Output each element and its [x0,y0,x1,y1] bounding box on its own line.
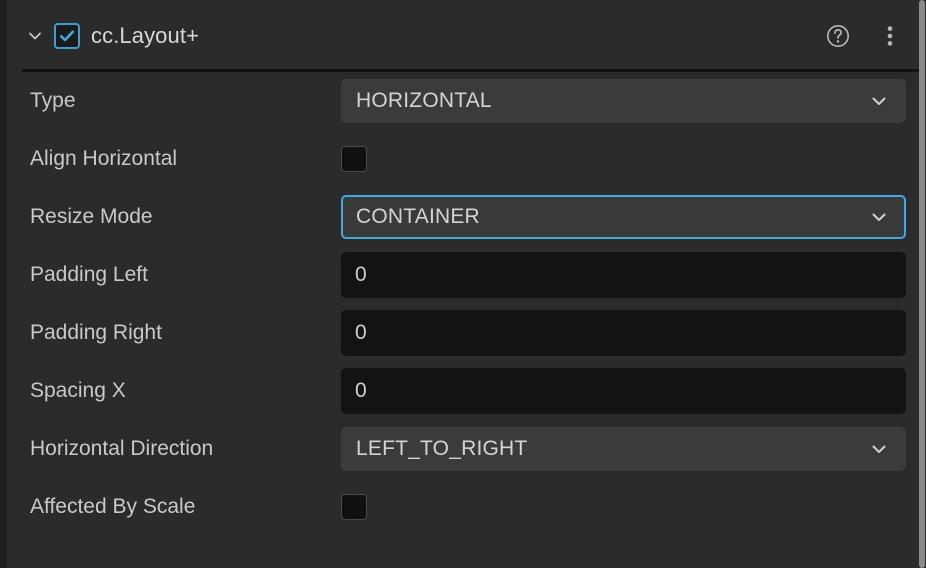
help-circle-icon[interactable] [823,21,853,51]
property-label: Padding Right [30,321,162,344]
header-actions [823,21,905,51]
property-row-resize-mode: Resize Mode CONTAINER [7,188,919,246]
property-row-padding-right: Padding Right 0 [7,304,919,362]
padding-left-input[interactable]: 0 [341,252,906,298]
type-dropdown[interactable]: HORIZONTAL [341,79,906,123]
horizontal-direction-dropdown[interactable]: LEFT_TO_RIGHT [341,427,906,471]
more-vertical-icon[interactable] [875,21,905,51]
property-control: 0 [341,252,919,298]
property-row-horizontal-direction: Horizontal Direction LEFT_TO_RIGHT [7,420,919,478]
property-row-type: Type HORIZONTAL [7,72,919,130]
padding-right-input[interactable]: 0 [341,310,906,356]
property-label: Spacing X [30,379,126,402]
property-label: Type [30,89,76,112]
chevron-down-icon [868,438,890,460]
horizontal-direction-dropdown-value: LEFT_TO_RIGHT [356,437,528,460]
property-label: Padding Left [30,263,148,286]
resize-mode-dropdown-value: CONTAINER [356,205,480,228]
property-control: 0 [341,310,919,356]
chevron-down-icon[interactable] [22,23,48,49]
property-label: Horizontal Direction [30,437,214,460]
property-control: 0 [341,368,919,414]
type-dropdown-value: HORIZONTAL [356,89,492,112]
property-control: LEFT_TO_RIGHT [341,427,919,471]
property-row-align-horizontal: Align Horizontal [7,130,919,188]
vertical-scrollbar[interactable] [919,0,926,568]
property-label: Resize Mode [30,205,153,228]
scrollbar-thumb[interactable] [919,0,925,568]
property-control: HORIZONTAL [341,79,919,123]
align-horizontal-checkbox[interactable] [341,146,367,172]
inspector-panel: cc.Layout+ Type HORIZONTAL Align Horizon… [0,0,926,568]
property-row-affected-by-scale: Affected By Scale [7,478,919,536]
property-control: CONTAINER [341,195,919,239]
property-label: Align Horizontal [30,147,178,170]
panel-left-gutter [0,0,7,568]
chevron-down-icon [868,90,890,112]
component-title: cc.Layout+ [91,23,200,48]
spacing-x-input[interactable]: 0 [341,368,906,414]
property-label: Affected By Scale [30,495,196,518]
component-enabled-checkbox[interactable] [54,23,80,49]
component-header: cc.Layout+ [7,0,919,72]
resize-mode-dropdown[interactable]: CONTAINER [341,195,906,239]
header-divider [22,69,919,72]
panel-body: cc.Layout+ Type HORIZONTAL Align Horizon… [7,0,919,568]
affected-by-scale-checkbox[interactable] [341,494,367,520]
property-control [341,494,919,520]
property-control [341,146,919,172]
property-row-spacing-x: Spacing X 0 [7,362,919,420]
chevron-down-icon [868,206,890,228]
property-row-padding-left: Padding Left 0 [7,246,919,304]
